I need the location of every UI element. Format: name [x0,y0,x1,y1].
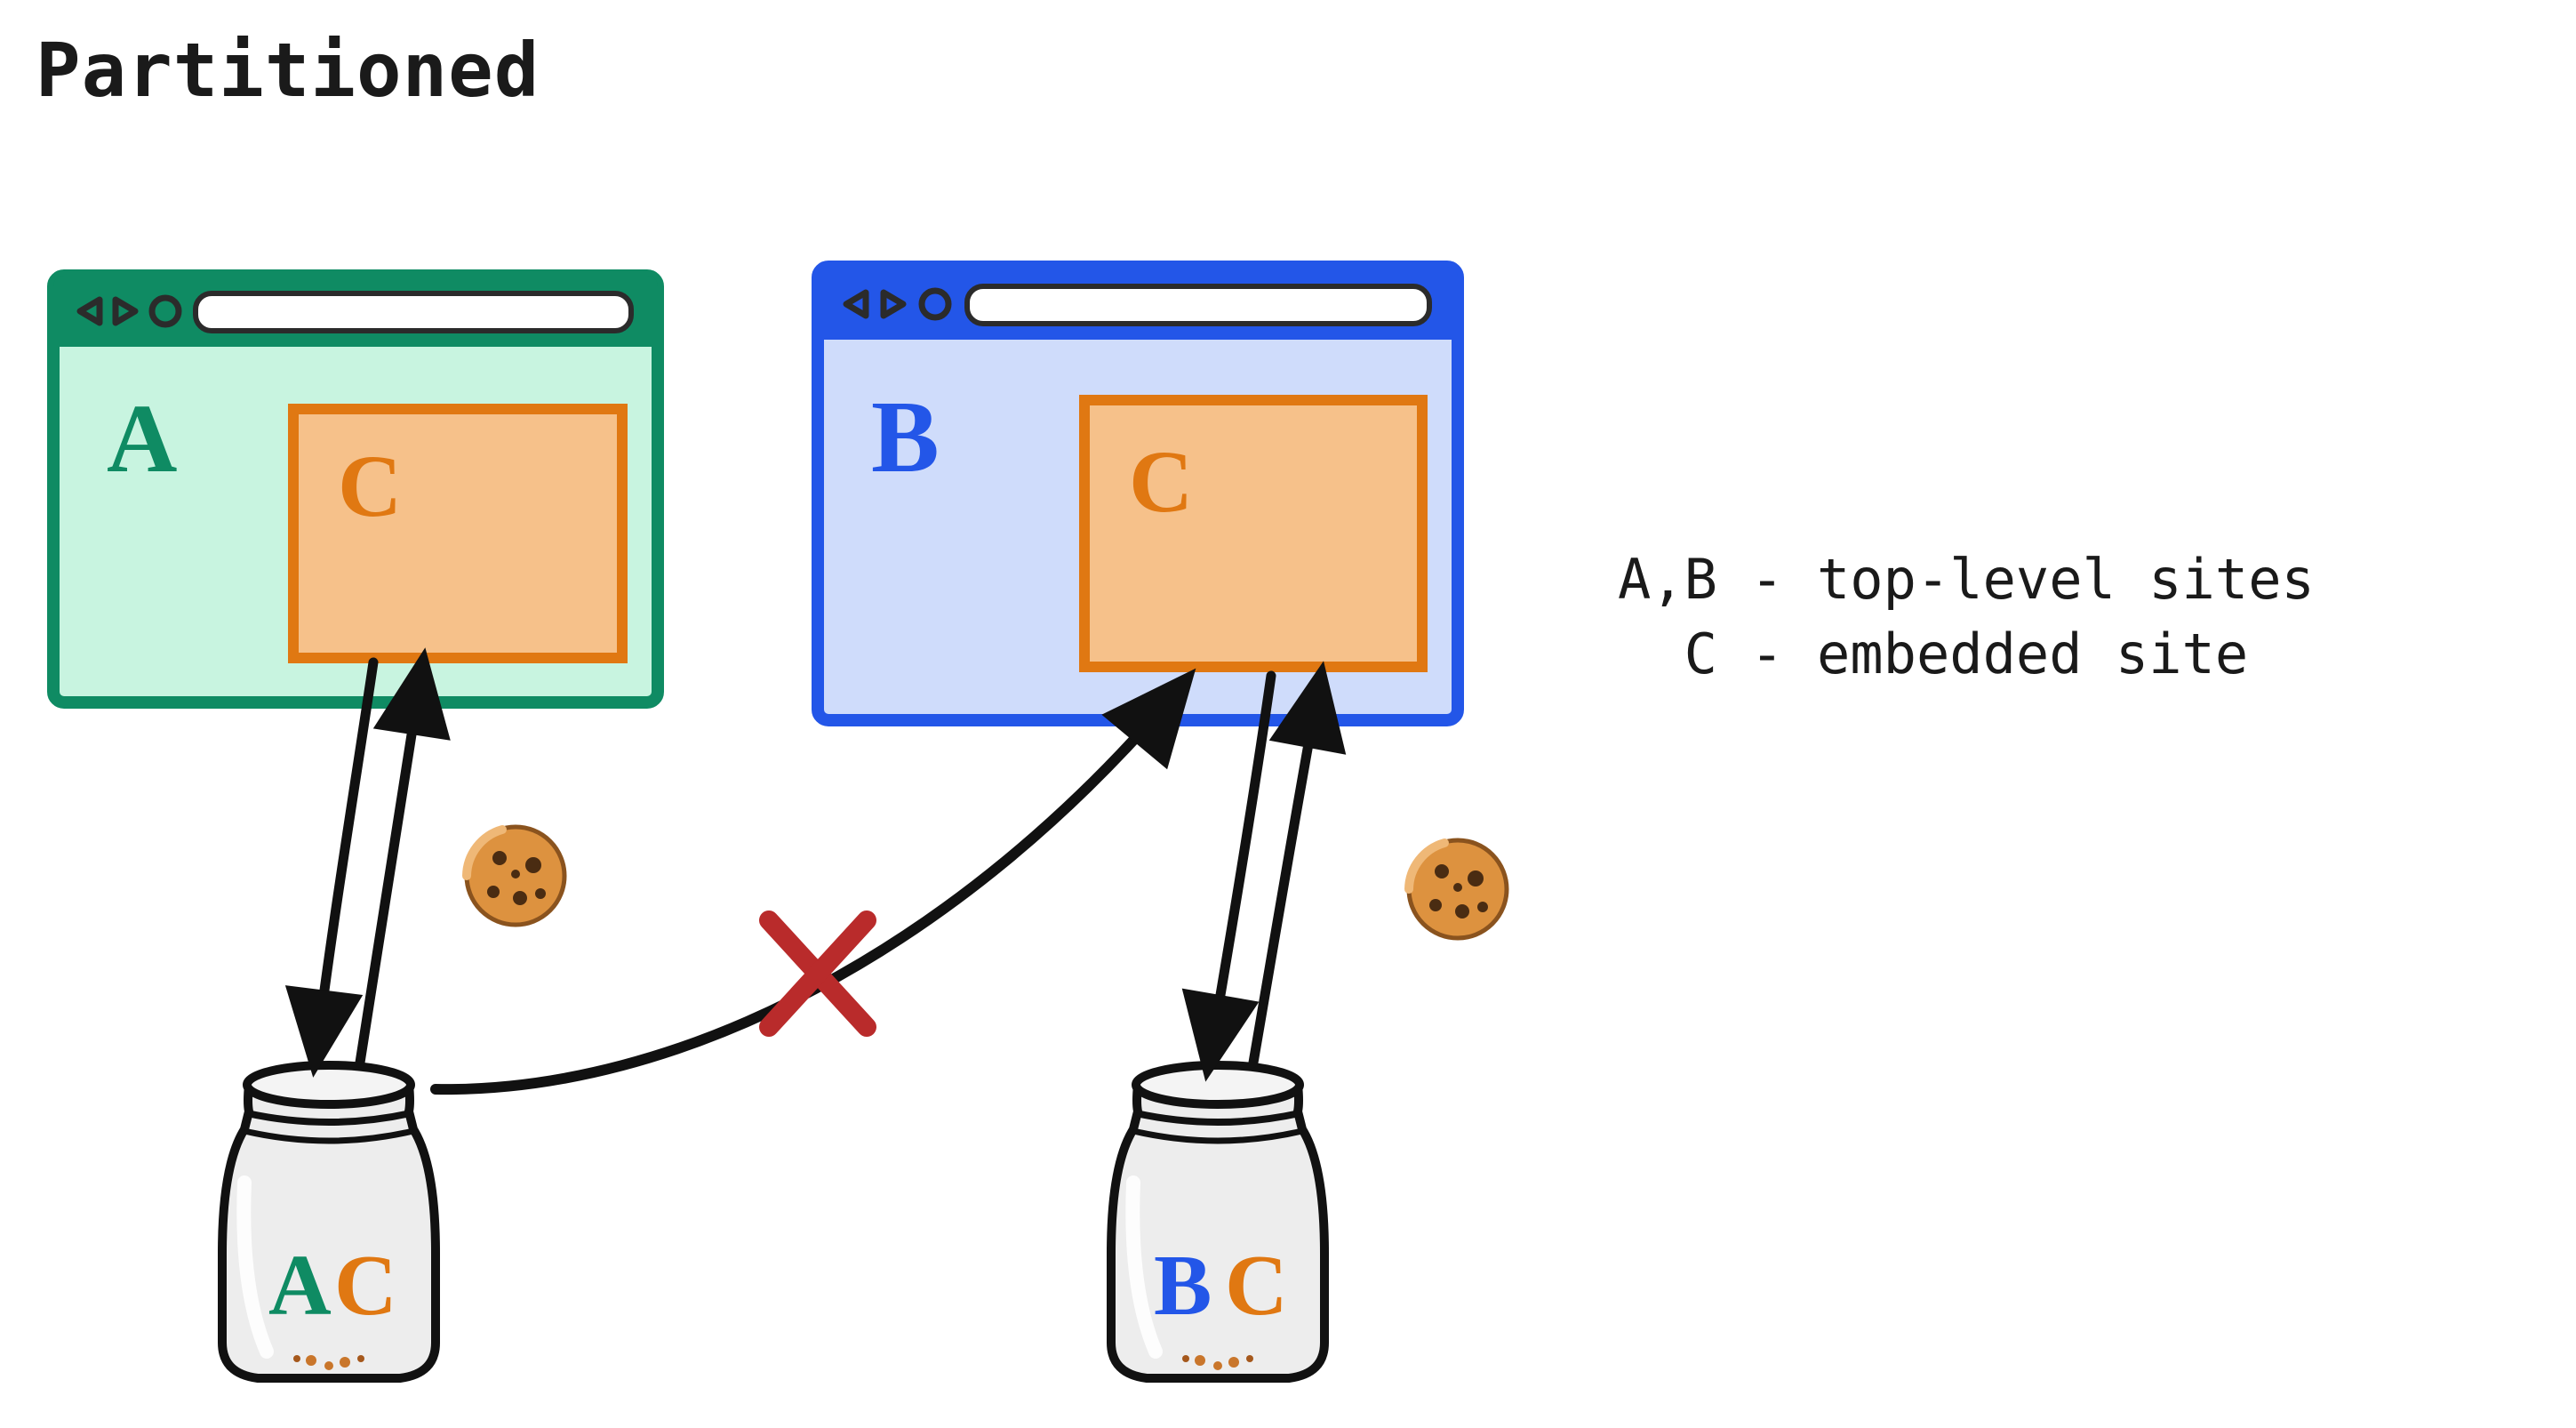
cookie-icon [467,827,564,925]
embedded-c-label-a: C [338,437,402,535]
arrow-a-down [316,662,373,1058]
jar-icon: A C [222,1065,436,1378]
address-bar [196,293,631,331]
browser-b-label: B [871,381,940,493]
embedded-c-label-b: C [1129,432,1193,531]
embedded-frame-c-in-a: C [293,409,622,658]
browser-a-label: A [107,384,177,493]
diagram-canvas: A C B C [0,0,2576,1428]
jar-a-label-1: A [268,1238,332,1334]
cookie-icon [1409,840,1507,938]
browser-window-b: B C [818,267,1458,720]
jar-b-label-1: B [1154,1238,1212,1334]
jar-icon: B C [1111,1065,1324,1378]
browser-window-a: A C [53,276,658,702]
embedded-frame-c-in-b: C [1084,400,1422,667]
jar-b-label-2: C [1225,1238,1288,1334]
jar-a-label-2: C [334,1238,397,1334]
address-bar [967,286,1429,324]
arrow-a-up [360,667,422,1063]
